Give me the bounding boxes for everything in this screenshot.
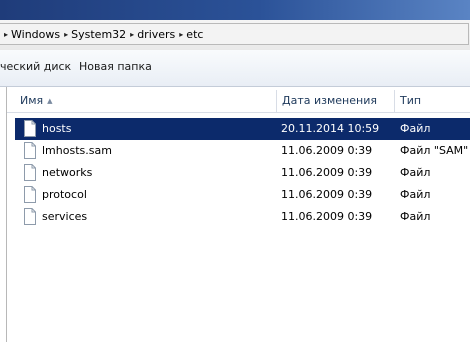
column-header-type[interactable]: Тип [395, 90, 470, 112]
breadcrumb-label[interactable]: System32 [71, 28, 126, 41]
chevron-right-icon[interactable]: ▸ [130, 30, 134, 39]
file-type: Файл [400, 188, 431, 201]
sort-ascending-icon: ▲ [47, 97, 53, 105]
address-bar: ▸ Windows ▸ System32 ▸ drivers ▸ etc [0, 20, 470, 51]
breadcrumb-label[interactable]: Windows [11, 28, 60, 41]
breadcrumb-item-etc[interactable]: ▸ etc [179, 28, 203, 41]
chevron-right-icon[interactable]: ▸ [64, 30, 68, 39]
column-header-label: Тип [400, 94, 422, 107]
chevron-right-icon[interactable]: ▸ [4, 30, 8, 39]
column-header-label: Имя [20, 94, 44, 107]
breadcrumb[interactable]: ▸ Windows ▸ System32 ▸ drivers ▸ etc [0, 23, 469, 45]
command-toolbar: ческий диск Новая папка [0, 50, 470, 87]
file-name: lmhosts.sam [42, 144, 112, 157]
breadcrumb-label[interactable]: drivers [137, 28, 175, 41]
file-list-pane: Имя ▲ Дата изменения Тип hosts 20.11.2014… [0, 87, 470, 342]
file-type: Файл [400, 166, 431, 179]
file-type: Файл [400, 122, 431, 135]
file-icon [24, 208, 36, 225]
new-folder-button[interactable]: Новая папка [79, 60, 152, 73]
file-icon [24, 142, 36, 159]
breadcrumb-label[interactable]: etc [186, 28, 203, 41]
pane-divider[interactable] [6, 87, 7, 342]
file-row-hosts[interactable]: hosts 20.11.2014 10:59 Файл [15, 118, 470, 140]
file-name: protocol [42, 188, 87, 201]
breadcrumb-item-drivers[interactable]: ▸ drivers [130, 28, 175, 41]
burn-button[interactable]: ческий диск [0, 60, 71, 73]
file-date: 11.06.2009 0:39 [281, 166, 373, 179]
file-icon [24, 186, 36, 203]
file-name: networks [42, 166, 93, 179]
file-row-lmhosts[interactable]: lmhosts.sam 11.06.2009 0:39 Файл "SAM" [15, 140, 470, 162]
column-header-date[interactable]: Дата изменения [277, 90, 395, 112]
file-name: hosts [42, 122, 72, 135]
file-row-networks[interactable]: networks 11.06.2009 0:39 Файл [15, 162, 470, 184]
column-header-label: Дата изменения [282, 94, 377, 107]
file-icon [24, 120, 36, 137]
window-title-bar[interactable] [0, 0, 470, 20]
file-icon [24, 164, 36, 181]
file-date: 20.11.2014 10:59 [281, 122, 380, 135]
chevron-right-icon[interactable]: ▸ [179, 30, 183, 39]
file-date: 11.06.2009 0:39 [281, 144, 373, 157]
file-type: Файл "SAM" [400, 144, 469, 157]
file-date: 11.06.2009 0:39 [281, 188, 373, 201]
breadcrumb-item-windows[interactable]: ▸ Windows [4, 28, 60, 41]
column-header-name[interactable]: Имя ▲ [7, 90, 277, 112]
column-headers: Имя ▲ Дата изменения Тип [7, 90, 470, 113]
file-row-services[interactable]: services 11.06.2009 0:39 Файл [15, 206, 470, 228]
file-date: 11.06.2009 0:39 [281, 210, 373, 223]
file-name: services [42, 210, 88, 223]
file-row-protocol[interactable]: protocol 11.06.2009 0:39 Файл [15, 184, 470, 206]
file-type: Файл [400, 210, 431, 223]
breadcrumb-item-system32[interactable]: ▸ System32 [64, 28, 126, 41]
